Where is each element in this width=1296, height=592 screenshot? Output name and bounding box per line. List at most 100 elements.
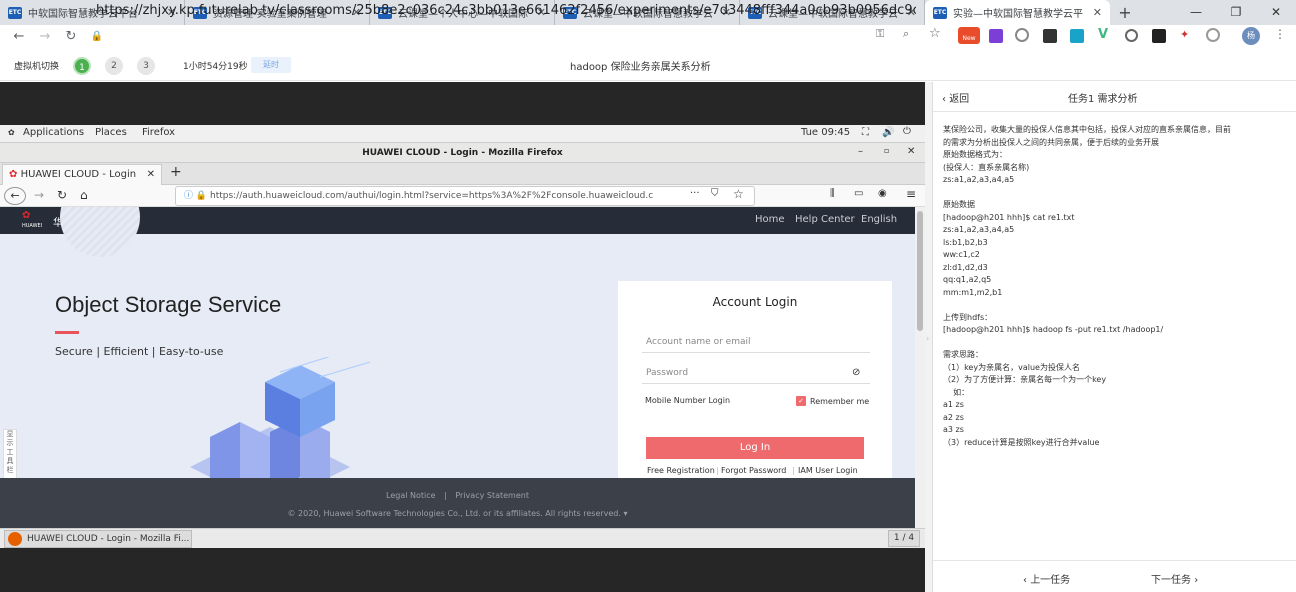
task-line: qq:q1,a2,q5 bbox=[943, 275, 992, 284]
login-title: Account Login bbox=[712, 295, 798, 309]
page-scrollbar[interactable] bbox=[915, 207, 925, 528]
key-icon[interactable]: ⚿ bbox=[876, 27, 884, 41]
task-panel: ‹ 返回 任务1 需求分析 某保险公司，收集大量的投保人信息其中包括，投保人对应… bbox=[932, 82, 1296, 592]
vm-switch-1[interactable]: 1 bbox=[73, 57, 91, 75]
firefox-url-field[interactable]: ⓘ 🔒 https://auth.huaweicloud.com/authui/… bbox=[175, 186, 755, 206]
chrome-menu-icon[interactable]: ⋮ bbox=[1274, 27, 1286, 41]
delay-button[interactable]: 延时 bbox=[251, 57, 291, 73]
forgot-password-link[interactable]: Forgot Password bbox=[721, 466, 786, 475]
login-button[interactable]: Log In bbox=[646, 437, 864, 459]
ff-bookmark-icon[interactable]: ☆ bbox=[733, 187, 744, 201]
task-navigation: ‹ 上一任务 下一任务 › bbox=[933, 560, 1296, 592]
ff-close-icon[interactable]: ✕ bbox=[907, 146, 915, 157]
panel-resize-handle[interactable]: › bbox=[925, 82, 932, 592]
experiment-title: hadoop 保险业务亲属关系分析 bbox=[570, 62, 711, 73]
caret-down-icon[interactable]: ▾ bbox=[623, 509, 627, 518]
ff-forward-icon[interactable]: → bbox=[34, 188, 44, 202]
ff-library-icon[interactable]: ⫼ bbox=[830, 188, 835, 199]
extension-blue-icon[interactable] bbox=[1070, 29, 1084, 43]
firefox-menu[interactable]: Firefox bbox=[142, 127, 175, 138]
prev-task-link[interactable]: ‹ 上一任务 bbox=[1023, 571, 1070, 586]
task-line: 如： bbox=[943, 387, 970, 397]
firefox-tab[interactable]: ✿ HUAWEI CLOUD - Login ✕ bbox=[2, 164, 162, 185]
ff-menu-icon[interactable]: ≡ bbox=[906, 187, 916, 201]
task-title: 任务1 需求分析 bbox=[1068, 94, 1138, 105]
forward-arrow-icon[interactable]: → bbox=[32, 29, 58, 44]
vm-taskbar: HUAWEI CLOUD - Login - Mozilla Fi... 1 /… bbox=[0, 528, 925, 548]
vm-switch-3[interactable]: 3 bbox=[137, 57, 155, 75]
password-input[interactable]: Password bbox=[642, 362, 870, 384]
back-arrow-icon[interactable]: ← bbox=[6, 29, 32, 44]
zoom-icon[interactable]: ⌕ bbox=[903, 27, 909, 41]
task-line: 原始数据格式为： bbox=[943, 150, 1007, 159]
hide-password-icon[interactable]: ⊘ bbox=[852, 367, 860, 378]
ff-maximize-icon[interactable]: ▫ bbox=[884, 146, 889, 155]
volume-icon[interactable]: 🔊 bbox=[882, 127, 894, 138]
ff-pocket-icon[interactable]: ⛉ bbox=[711, 188, 719, 199]
close-window-icon[interactable]: ✕ bbox=[1256, 0, 1296, 25]
ff-extension-icon[interactable]: ◉ bbox=[878, 188, 887, 199]
iam-login-link[interactable]: IAM User Login bbox=[798, 466, 858, 475]
hero-title: Object Storage Service bbox=[55, 292, 282, 317]
ff-back-icon[interactable]: ← bbox=[4, 187, 26, 205]
close-tab-icon[interactable]: ✕ bbox=[1093, 6, 1102, 19]
nav-help-center-link[interactable]: Help Center bbox=[795, 214, 855, 225]
nav-home-link[interactable]: Home bbox=[755, 214, 785, 225]
tab-title: 实验—中软国际智慧教学云平 bbox=[953, 9, 1083, 20]
extension-es-icon[interactable] bbox=[1043, 29, 1057, 43]
scrollbar-thumb[interactable] bbox=[917, 211, 923, 331]
free-registration-link[interactable]: Free Registration bbox=[647, 466, 715, 475]
applications-menu[interactable]: Applications bbox=[23, 127, 84, 138]
extension-purple-icon[interactable] bbox=[989, 29, 1003, 43]
reload-icon[interactable]: ↻ bbox=[58, 29, 84, 44]
ff-lock-icon: 🔒 bbox=[195, 191, 208, 201]
extension-red-icon[interactable]: ✦ bbox=[1180, 28, 1189, 41]
nav-english-link[interactable]: English bbox=[861, 214, 897, 225]
extension-jb-icon[interactable] bbox=[1152, 29, 1166, 43]
ff-minimize-icon[interactable]: – bbox=[858, 146, 863, 157]
extension-new-icon[interactable]: New bbox=[958, 27, 980, 44]
profile-avatar[interactable]: 杨 bbox=[1242, 27, 1260, 45]
ff-sidebar-icon[interactable]: ▭ bbox=[854, 188, 863, 199]
power-icon[interactable]: ⏻ bbox=[903, 126, 911, 137]
bookmark-star-icon[interactable]: ☆ bbox=[929, 26, 941, 41]
minimize-window-icon[interactable]: — bbox=[1176, 0, 1216, 25]
next-task-link[interactable]: 下一任务 › bbox=[1151, 571, 1198, 586]
browser-tab-active[interactable]: ETC 实验—中软国际智慧教学云平 ✕ bbox=[925, 0, 1110, 25]
places-menu[interactable]: Places bbox=[95, 127, 127, 138]
workspace-pager[interactable]: 1 / 4 bbox=[888, 530, 920, 547]
gnome-clock[interactable]: Tue 09:45 bbox=[801, 127, 850, 138]
vm-switch-2[interactable]: 2 bbox=[105, 57, 123, 75]
firefox-tab-strip: ✿ HUAWEI CLOUD - Login ✕ + bbox=[0, 163, 925, 185]
legal-notice-link[interactable]: Legal Notice bbox=[386, 491, 436, 500]
vue-devtools-icon[interactable]: V bbox=[1098, 27, 1108, 42]
maximize-window-icon[interactable]: ❐ bbox=[1216, 0, 1256, 25]
extension-shield-icon[interactable] bbox=[1015, 28, 1029, 42]
show-toolbar-tab[interactable]: 显示工具栏 bbox=[3, 429, 17, 479]
firefox-new-tab-icon[interactable]: + bbox=[170, 164, 182, 180]
task-line: 某保险公司，收集大量的投保人信息其中包括，投保人对应的直系亲属信息，目前 bbox=[943, 125, 1231, 134]
ff-page-actions-icon[interactable]: ··· bbox=[690, 188, 700, 199]
taskbar-item-label: HUAWEI CLOUD - Login - Mozilla Fi... bbox=[27, 534, 190, 544]
chevron-right-icon: › bbox=[1194, 575, 1199, 586]
footer-links: Legal Notice | Privacy Statement bbox=[0, 491, 915, 500]
network-icon[interactable]: ⛶ bbox=[862, 127, 869, 138]
login-separator: | bbox=[792, 466, 795, 475]
address-bar-url[interactable]: https://zhjxy.kp.futurelab.tv/classrooms… bbox=[96, 1, 916, 21]
task-line: zl:d1,d2,d3 bbox=[943, 262, 988, 272]
account-input[interactable]: Account name or email bbox=[642, 331, 870, 353]
firefox-tab-close-icon[interactable]: ✕ bbox=[147, 165, 155, 185]
extension-circle-icon[interactable] bbox=[1125, 29, 1138, 42]
privacy-statement-link[interactable]: Privacy Statement bbox=[455, 491, 529, 500]
ff-reload-icon[interactable]: ↻ bbox=[57, 188, 67, 202]
task-line: zs:a1,a2,a3,a4,a5 bbox=[943, 175, 1015, 184]
ff-home-icon[interactable]: ⌂ bbox=[80, 188, 88, 202]
back-link[interactable]: ‹ 返回 bbox=[942, 90, 969, 105]
extension-gray-icon[interactable] bbox=[1206, 28, 1220, 42]
mobile-login-link[interactable]: Mobile Number Login bbox=[645, 396, 730, 405]
remember-checkbox[interactable]: ✓ bbox=[796, 396, 806, 406]
task-description: 某保险公司，收集大量的投保人信息其中包括，投保人对应的直系亲属信息，目前 的需求为… bbox=[943, 124, 1291, 449]
new-tab-button[interactable]: + bbox=[1110, 0, 1140, 25]
task-line: [hadoop@h201 hhh]$ cat re1.txt bbox=[943, 212, 1075, 222]
taskbar-firefox-item[interactable]: HUAWEI CLOUD - Login - Mozilla Fi... bbox=[4, 530, 192, 548]
